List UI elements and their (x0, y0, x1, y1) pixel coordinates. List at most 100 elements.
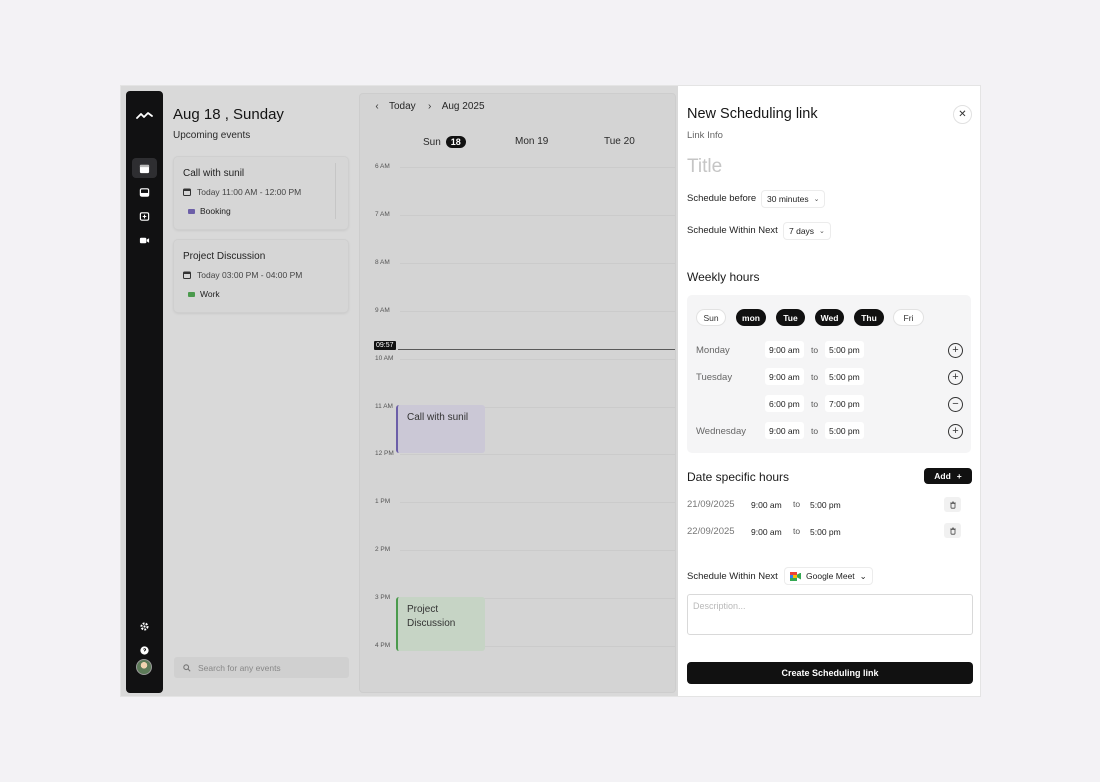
weekly-hours-heading: Weekly hours (687, 270, 760, 284)
inbox-nav-icon[interactable] (132, 182, 157, 202)
hour-line (400, 454, 675, 456)
hour-label: 11 AM (375, 402, 393, 410)
title-input[interactable] (687, 156, 907, 178)
hour-label: 12 PM (375, 450, 394, 458)
create-scheduling-link-button[interactable]: Create Scheduling link (687, 662, 973, 684)
from-time-field[interactable]: 9:00 am (765, 341, 804, 358)
current-time-badge: 09:57 (374, 341, 396, 350)
today-button[interactable]: Today (389, 101, 416, 112)
icon-rail (126, 91, 163, 693)
booking-tag-icon (188, 208, 195, 214)
add-circle-icon[interactable]: + (948, 343, 963, 358)
close-icon[interactable]: ✕ (953, 105, 972, 124)
day-header-tue[interactable]: Tue 20 (604, 136, 635, 147)
video-nav-icon[interactable] (132, 230, 157, 250)
today-date-badge: 18 (445, 136, 466, 148)
scheduling-link-panel: New Scheduling link Link Info ✕ Schedule… (678, 86, 980, 696)
remove-circle-icon[interactable]: − (948, 397, 963, 412)
hour-label: 8 AM (375, 258, 390, 266)
to-label: to (811, 372, 819, 382)
to-time-field[interactable]: 5:00 pm (825, 422, 864, 439)
description-input[interactable] (687, 594, 973, 635)
logo-icon (136, 112, 153, 119)
hour-label: 7 AM (375, 210, 390, 218)
hour-label: 4 PM (375, 642, 391, 649)
schedule-before-label: Schedule before (687, 193, 757, 204)
from-time-field[interactable]: 6:00 pm (765, 395, 804, 412)
hour-line (400, 502, 675, 504)
event-tag: Booking (188, 206, 231, 216)
panel-title: New Scheduling link (687, 106, 818, 122)
to-time-field[interactable]: 5:00 pm (806, 523, 845, 540)
from-time-field[interactable]: 9:00 am (765, 422, 804, 439)
hour-label: 1 PM (375, 498, 391, 506)
from-time-field[interactable]: 9:00 am (747, 496, 786, 513)
calendar-view: ‹ Today › Aug 2025 Sun 18 Mon 19 Tue 20 … (359, 93, 676, 693)
chevron-down-icon: ⌄ (813, 196, 820, 203)
user-avatar[interactable] (136, 659, 152, 675)
day-header-sun[interactable]: Sun 18 (423, 136, 466, 148)
trash-icon[interactable] (944, 523, 961, 538)
to-time-field[interactable]: 5:00 pm (825, 368, 864, 385)
add-date-button[interactable]: Add + (924, 468, 972, 484)
help-icon[interactable] (132, 640, 157, 660)
weekly-hours-box: Sun mon Tue Wed Thu Fri Monday 9:00 am t… (687, 295, 971, 453)
weekly-day-label: Tuesday (696, 372, 733, 383)
calendar-nav: ‹ Today › Aug 2025 (371, 98, 484, 114)
to-time-field[interactable]: 5:00 pm (825, 341, 864, 358)
date-specific-date: 21/09/2025 (687, 499, 735, 510)
prev-chevron-icon[interactable]: ‹ (371, 101, 383, 112)
events-sidebar: Aug 18 , Sunday Upcoming events Call wit… (163, 86, 359, 696)
day-chip-fri[interactable]: Fri (893, 309, 924, 326)
schedule-within-select[interactable]: 7 days ⌄ (783, 222, 831, 240)
day-chip-thu[interactable]: Thu (854, 309, 884, 326)
search-icon (183, 663, 191, 672)
from-time-field[interactable]: 9:00 am (765, 368, 804, 385)
hour-line (400, 214, 675, 216)
to-time-field[interactable]: 5:00 pm (806, 496, 845, 513)
card-divider (335, 163, 336, 219)
to-label: to (811, 345, 819, 355)
calendar-nav-icon[interactable] (132, 158, 157, 178)
from-time-field[interactable]: 9:00 am (747, 523, 786, 540)
to-time-field[interactable]: 7:00 pm (825, 395, 864, 412)
hour-line (400, 167, 675, 168)
day-chip-wed[interactable]: Wed (815, 309, 844, 326)
day-headers: Sun 18 Mon 19 Tue 20 (360, 136, 677, 152)
settings-gear-icon[interactable] (132, 616, 157, 636)
calendar-event-call[interactable]: Call with sunil (396, 405, 485, 453)
schedule-before-select[interactable]: 30 minutes ⌄ (761, 190, 826, 208)
to-label: to (811, 399, 819, 409)
event-title: Call with sunil (183, 168, 245, 179)
calendar-small-icon (183, 188, 191, 196)
date-specific-date: 22/09/2025 (687, 526, 735, 537)
event-time: Today 11:00 AM - 12:00 PM (183, 187, 301, 197)
schedule-nav-icon[interactable] (132, 206, 157, 226)
to-label: to (793, 499, 801, 509)
trash-icon[interactable] (944, 497, 961, 512)
google-meet-icon (790, 571, 801, 581)
date-specific-heading: Date specific hours (687, 470, 790, 484)
event-card-call[interactable]: Call with sunil Today 11:00 AM - 12:00 P… (174, 157, 348, 229)
calendar-event-project[interactable]: Project Discussion (396, 597, 485, 651)
next-chevron-icon[interactable]: › (424, 101, 436, 112)
work-tag-icon (188, 291, 195, 297)
day-chip-sun[interactable]: Sun (696, 309, 726, 326)
hour-line (400, 550, 675, 552)
day-header-mon[interactable]: Mon 19 (515, 136, 548, 147)
day-chip-mon[interactable]: mon (736, 309, 766, 326)
add-circle-icon[interactable]: + (948, 424, 963, 439)
event-title: Project Discussion (183, 251, 266, 262)
event-time: Today 03:00 PM - 04:00 PM (183, 270, 302, 280)
event-search-input[interactable]: Search for any events (174, 657, 349, 678)
hour-line (400, 310, 675, 312)
plus-icon: + (956, 471, 962, 481)
day-chip-tue[interactable]: Tue (776, 309, 805, 326)
hour-label: 9 AM (375, 306, 390, 314)
hour-line (400, 262, 675, 264)
event-card-project[interactable]: Project Discussion Today 03:00 PM - 04:0… (174, 240, 348, 312)
add-circle-icon[interactable]: + (948, 370, 963, 385)
meeting-provider-select[interactable]: Google Meet ⌄ (784, 567, 873, 585)
event-tag: Work (188, 289, 220, 299)
current-time-line (398, 349, 675, 350)
